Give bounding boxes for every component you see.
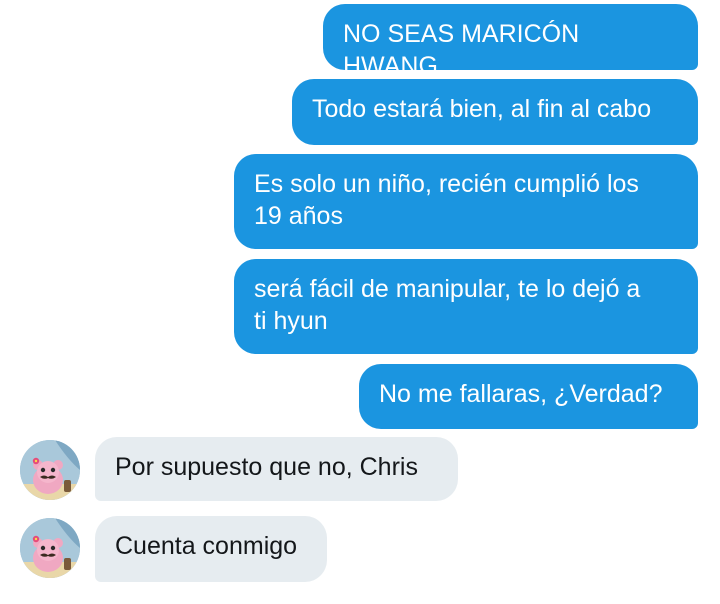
- dm-conversation: NO SEAS MARICÓN HWANG Todo estará bien, …: [0, 0, 720, 604]
- user-avatar[interactable]: [20, 440, 80, 500]
- pink-bear-with-mustache-avatar-icon: [20, 518, 80, 578]
- user-avatar[interactable]: [20, 518, 80, 578]
- received-message[interactable]: Cuenta conmigo: [95, 516, 327, 582]
- pink-bear-with-mustache-avatar-icon: [20, 440, 80, 500]
- sent-message[interactable]: Todo estará bien, al fin al cabo: [292, 79, 698, 145]
- received-message[interactable]: Por supuesto que no, Chris: [95, 437, 458, 501]
- sent-message[interactable]: No me fallaras, ¿Verdad?: [359, 364, 698, 429]
- sent-message[interactable]: Es solo un niño, recién cumplió los 19 a…: [234, 154, 698, 249]
- sent-message[interactable]: NO SEAS MARICÓN HWANG: [323, 4, 698, 80]
- sent-message[interactable]: será fácil de manipular, te lo dejó a ti…: [234, 259, 698, 354]
